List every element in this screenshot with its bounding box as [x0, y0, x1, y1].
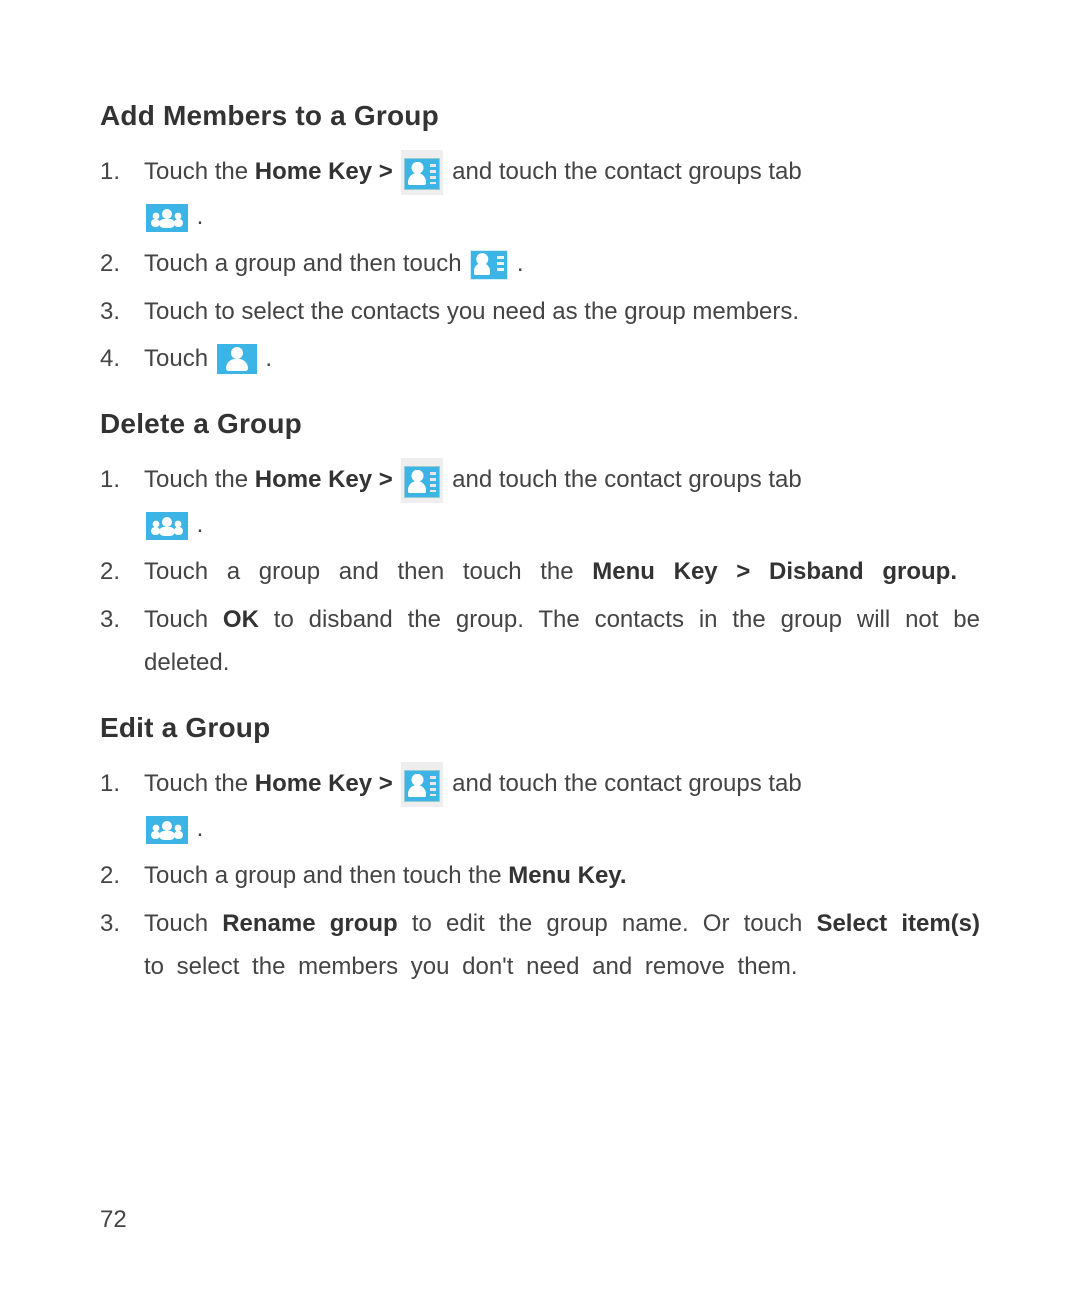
step-text: and touch the contact groups tab: [452, 466, 802, 493]
step-text: .: [517, 250, 524, 277]
step-text: and touch the contact groups tab: [452, 158, 802, 185]
menu-key-disband-text: Menu Key > Disband group.: [592, 558, 957, 585]
menu-key-text: Menu Key.: [508, 862, 626, 889]
step-text: Touch the: [144, 466, 255, 493]
list-item: 3. Touch Rename group to edit the group …: [100, 902, 980, 988]
steps-add-members: 1. Touch the Home Key > and touch the co…: [100, 150, 980, 380]
list-item: 1. Touch the Home Key > and touch the co…: [100, 150, 980, 238]
step-text: to select the members you don't need and…: [144, 953, 798, 980]
step-text: to edit the group name. Or touch: [412, 910, 817, 937]
ok-text: OK: [223, 606, 259, 633]
step-number: 2.: [100, 242, 120, 285]
step-text: Touch a group and then touch the: [144, 558, 592, 585]
list-item: 1. Touch the Home Key > and touch the co…: [100, 458, 980, 546]
home-key-text: Home Key >: [255, 158, 400, 185]
page-number: 72: [100, 1206, 127, 1234]
list-item: 2. Touch a group and then touch the Menu…: [100, 854, 980, 897]
steps-delete-group: 1. Touch the Home Key > and touch the co…: [100, 458, 980, 684]
groups-tab-icon: [146, 816, 188, 844]
groups-tab-icon: [146, 512, 188, 540]
list-item: 2. Touch a group and then touch .: [100, 242, 980, 285]
step-text: and touch the contact groups tab: [452, 770, 802, 797]
select-items-text: Select item(s): [816, 910, 980, 937]
step-text: Touch the: [144, 158, 255, 185]
step-number: 3.: [100, 598, 120, 641]
step-text: Touch: [144, 910, 222, 937]
rename-group-text: Rename group: [222, 910, 398, 937]
steps-edit-group: 1. Touch the Home Key > and touch the co…: [100, 762, 980, 988]
step-text: Touch to select the contacts you need as…: [144, 298, 799, 325]
list-item: 3. Touch OK to disband the group. The co…: [100, 598, 980, 684]
list-item: 2. Touch a group and then touch the Menu…: [100, 550, 980, 593]
home-key-text: Home Key >: [255, 770, 400, 797]
groups-tab-icon: [146, 204, 188, 232]
step-text: to disband the group. The contacts in th…: [144, 606, 980, 676]
step-text: .: [197, 203, 204, 230]
contacts-app-icon: [401, 150, 443, 195]
contacts-app-icon: [401, 458, 443, 503]
step-number: 1.: [100, 762, 120, 805]
step-text: Touch the: [144, 770, 255, 797]
list-item: 4. Touch .: [100, 337, 980, 380]
add-contact-icon: [470, 250, 508, 280]
step-number: 2.: [100, 550, 120, 593]
step-number: 4.: [100, 337, 120, 380]
manual-page: Add Members to a Group 1. Touch the Home…: [0, 0, 1080, 1304]
step-number: 1.: [100, 458, 120, 501]
step-text: Touch: [144, 345, 215, 372]
home-key-text: Home Key >: [255, 466, 400, 493]
heading-edit-group: Edit a Group: [100, 712, 980, 744]
contacts-app-icon: [401, 762, 443, 807]
heading-add-members: Add Members to a Group: [100, 100, 980, 132]
contact-single-icon: [217, 344, 257, 374]
step-text: .: [265, 345, 272, 372]
step-number: 2.: [100, 854, 120, 897]
list-item: 1. Touch the Home Key > and touch the co…: [100, 762, 980, 850]
step-number: 3.: [100, 902, 120, 945]
step-text: Touch: [144, 606, 223, 633]
step-text: .: [197, 815, 204, 842]
step-text: Touch a group and then touch: [144, 250, 468, 277]
step-text: .: [197, 511, 204, 538]
heading-delete-group: Delete a Group: [100, 408, 980, 440]
list-item: 3. Touch to select the contacts you need…: [100, 290, 980, 333]
step-number: 3.: [100, 290, 120, 333]
step-text: Touch a group and then touch the: [144, 862, 508, 889]
step-number: 1.: [100, 150, 120, 193]
